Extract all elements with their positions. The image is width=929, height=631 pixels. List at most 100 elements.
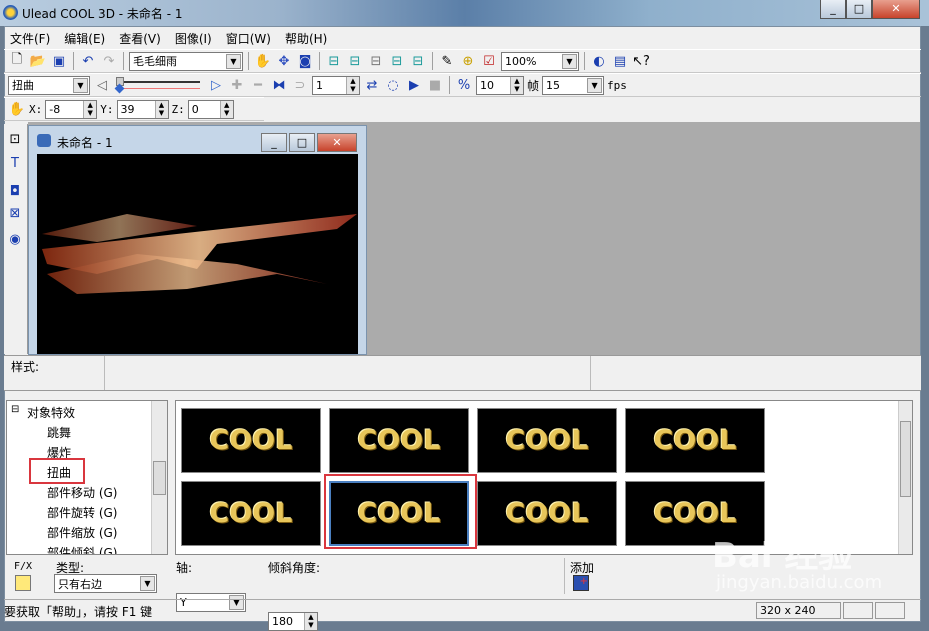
thumbnail[interactable]: COOL [329,408,469,473]
gallery-scrollbar[interactable] [898,401,912,554]
save-icon[interactable]: ▣ [50,52,68,70]
fx-icon[interactable] [15,575,31,591]
doc-maximize-button[interactable]: □ [289,133,315,152]
thumbnail[interactable]: COOL [181,481,321,546]
tree-item[interactable]: 跳舞 [47,424,71,441]
fps-combo[interactable]: 15 ▼ [542,75,605,95]
last-frame-icon[interactable]: ▷ [207,76,225,94]
chevron-down-icon[interactable]: ▼ [226,53,241,69]
redo-icon[interactable]: ↷ [100,52,118,70]
menu-view[interactable]: 查看(V) [119,30,161,47]
view-back-icon[interactable]: ⊟ [409,52,427,70]
chart-icon[interactable]: ☑ [480,52,498,70]
menu-file[interactable]: 文件(F) [10,30,50,47]
menu-edit[interactable]: 编辑(E) [64,30,105,47]
pingpong-icon[interactable]: ◌ [384,76,402,94]
new-icon[interactable]: 🗋 [8,52,26,70]
y-spinner[interactable]: 39 ▲ ▼ [116,99,169,119]
tree-scrollbar[interactable] [151,401,167,554]
style-label: 样式: [11,360,40,374]
play-icon[interactable]: ▶ [405,76,423,94]
effect-value: 扭曲 [12,79,34,92]
web-icon[interactable]: ◐ [590,52,608,70]
preview-canvas[interactable] [37,154,358,354]
tree-item[interactable]: 部件旋转 (G) [47,504,117,521]
loop-icon[interactable]: ⊃ [291,76,309,94]
export-icon[interactable]: ▤ [611,52,629,70]
object-manager-icon[interactable]: ◉ [6,230,24,248]
repeat-icon[interactable]: ⇄ [363,76,381,94]
view-bottom-icon[interactable]: ⊟ [388,52,406,70]
watermark-sub: jingyan.baidu.com [716,572,883,593]
zoom-combo[interactable]: 100% ▼ [501,51,579,71]
scroll-thumb[interactable] [900,421,911,497]
menu-help[interactable]: 帮助(H) [285,30,327,47]
open-icon[interactable]: 📂 [29,52,47,70]
insert-shape-icon[interactable]: ◘ [6,182,24,200]
tree-item[interactable]: 部件缩放 (G) [47,524,117,541]
title-bar: Ulead COOL 3D - 未命名 - 1 _ □ ✕ [0,0,929,26]
x-value: -8 [49,102,61,116]
standard-toolbar: 🗋 📂 ▣ ↶ ↷ 毛毛细雨 ▼ ✋ ✥ ◙ ⊟ ⊟ ⊟ ⊟ ⊟ ✎ ⊕ ☑ 10… [4,49,921,73]
menu-image[interactable]: 图像(I) [175,30,212,47]
view-top-icon[interactable]: ⊟ [367,52,385,70]
rotate-icon[interactable]: ✥ [275,52,293,70]
tree-item[interactable]: 部件移动 (G) [47,484,117,501]
collapse-icon[interactable]: ⊟ [11,404,19,415]
doc-minimize-button[interactable]: _ [261,133,287,152]
app-icon [3,5,18,20]
add-effect-icon[interactable]: + [573,575,589,591]
frame-spinner[interactable]: 1 ▲ ▼ [312,75,360,95]
watermark: Bai 经验 [712,536,853,576]
remove-keyframe-icon[interactable]: ━ [249,76,267,94]
chevron-down-icon[interactable]: ▼ [587,77,603,93]
maximize-button[interactable]: □ [846,0,872,19]
twisted-text-render [42,214,357,294]
hand-icon[interactable]: ✋ [8,100,26,118]
first-frame-icon[interactable]: ◁ [93,76,111,94]
frames-spinner[interactable]: 10 ▲ ▼ [476,75,524,95]
tree-item[interactable]: 部件倾斜 (G) [47,544,117,554]
zoom-value: 100% [505,54,537,68]
undo-icon[interactable]: ↶ [79,52,97,70]
tree-root[interactable]: 对象特效 [27,404,75,421]
effect-combo[interactable]: 扭曲 ▼ [8,75,90,95]
minimize-button[interactable]: _ [820,0,846,19]
insert-object-icon[interactable]: ⊡ [6,130,24,148]
reverse-icon[interactable]: ⧓ [270,76,288,94]
status-pane [875,602,905,619]
percent-icon[interactable]: % [455,76,473,94]
thumbnail[interactable]: COOL [181,408,321,473]
scroll-thumb[interactable] [153,461,166,495]
view-front-icon[interactable]: ⊟ [325,52,343,70]
doc-close-button[interactable]: ✕ [317,133,357,152]
zoom-fit-icon[interactable]: ◙ [296,52,314,70]
insert-text-icon[interactable]: T [6,154,24,172]
globe-icon[interactable]: ⊕ [459,52,477,70]
timeline-slider[interactable] [114,76,204,94]
select-icon[interactable]: ⊠ [6,204,24,222]
hand-icon[interactable]: ✋ [254,52,272,70]
x-label: X: [29,102,43,116]
menu-window[interactable]: 窗口(W) [226,30,271,47]
add-keyframe-icon[interactable]: ✚ [228,76,246,94]
chevron-down-icon[interactable]: ▼ [140,576,155,591]
thumbnail[interactable]: COOL [477,408,617,473]
z-spinner[interactable]: 0 ▲ ▼ [187,99,234,119]
help-pointer-icon[interactable]: ↖? [632,52,650,70]
type-value: 只有右边 [58,577,102,591]
thumbnail[interactable]: COOL [625,408,765,473]
close-button[interactable]: ✕ [872,0,920,19]
chevron-down-icon[interactable]: ▼ [562,53,577,69]
status-pane [843,602,873,619]
light-icon[interactable]: ✎ [438,52,456,70]
y-value: 39 [120,102,135,116]
stop-icon[interactable]: ■ [426,76,444,94]
z-value: 0 [191,102,199,116]
thumbnail[interactable]: COOL [477,481,617,546]
view-side-icon[interactable]: ⊟ [346,52,364,70]
x-spinner[interactable]: -8 ▲ ▼ [45,99,98,119]
chevron-down-icon[interactable]: ▼ [73,77,88,93]
type-combo[interactable]: 只有右边 ▼ [54,574,157,593]
font-combo[interactable]: 毛毛细雨 ▼ [129,51,243,71]
